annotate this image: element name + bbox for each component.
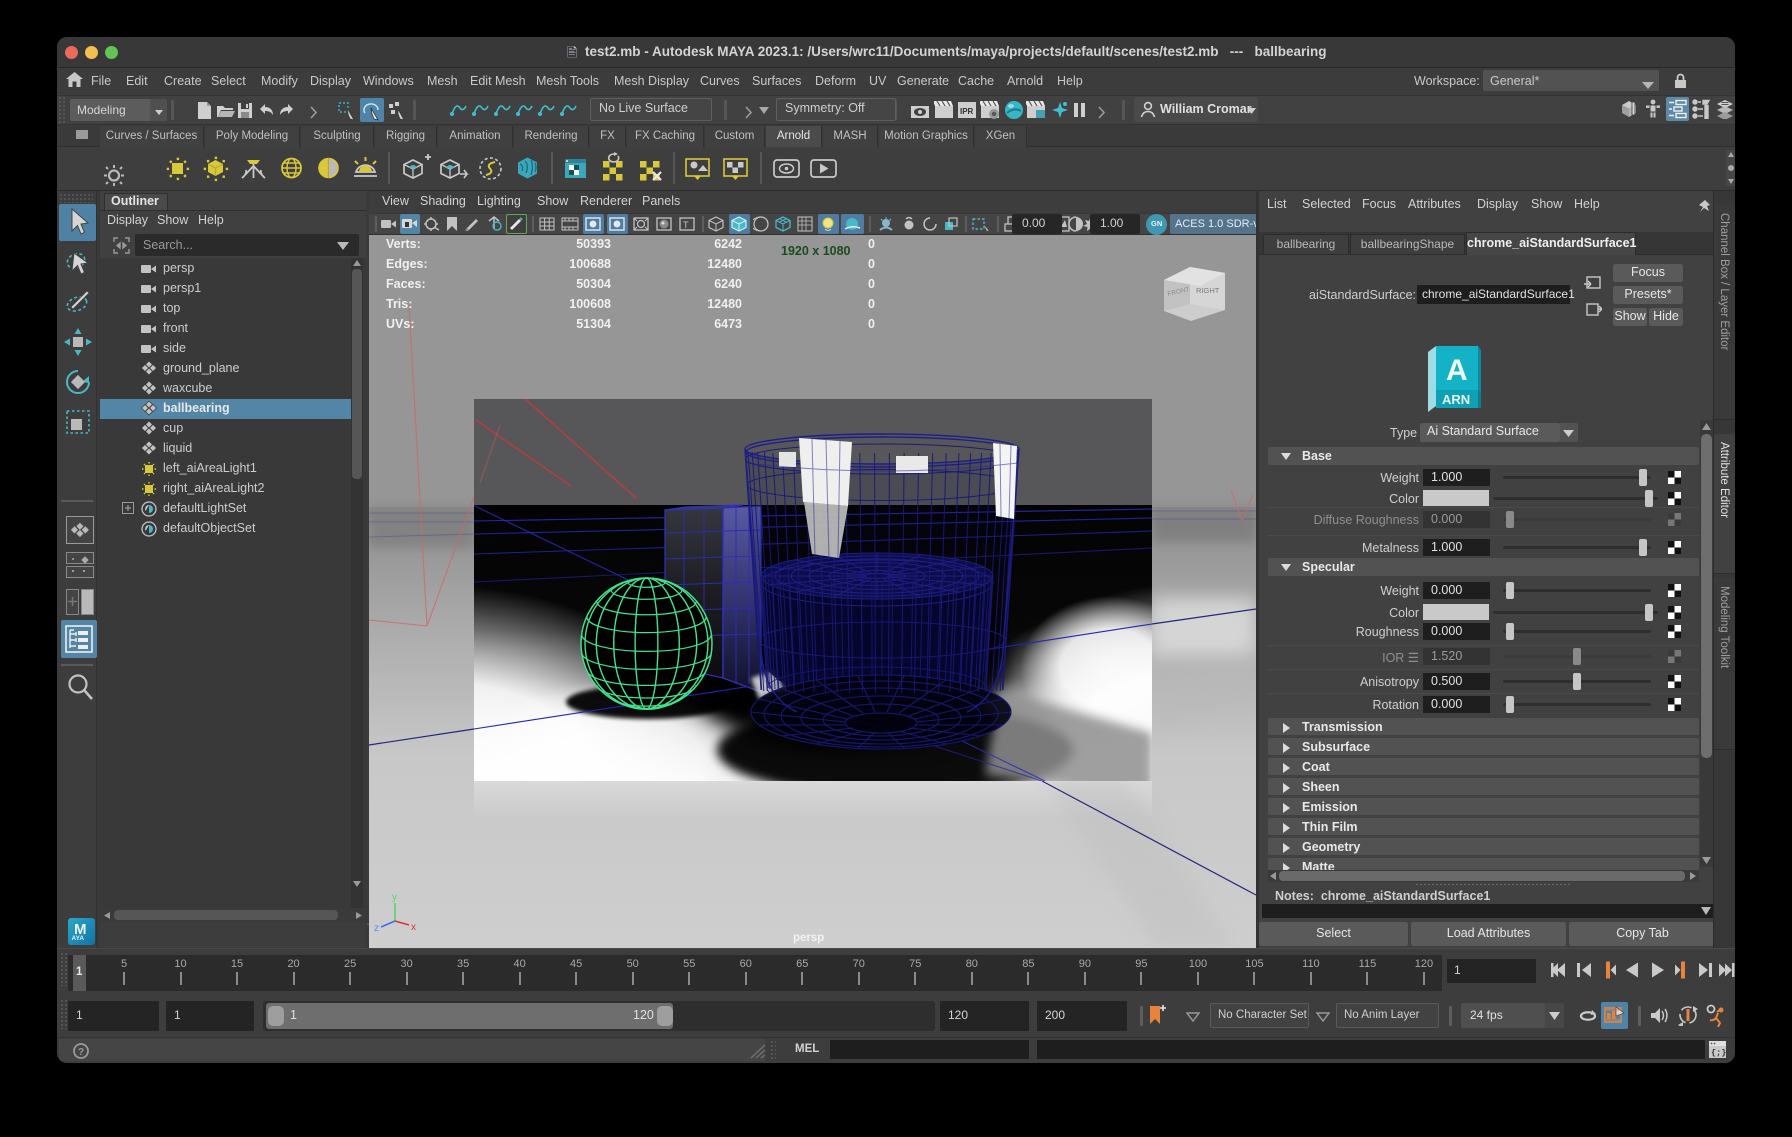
svg-text:T: T xyxy=(683,220,689,230)
svg-text:z: z xyxy=(374,923,379,934)
svg-text:ARN: ARN xyxy=(1442,392,1470,407)
svg-text:A: A xyxy=(1446,354,1468,387)
svg-text:IPR: IPR xyxy=(960,107,974,116)
svg-text:x: x xyxy=(411,922,416,933)
svg-text:{;}: {;} xyxy=(1711,1048,1726,1058)
svg-text:y: y xyxy=(392,892,397,903)
svg-text:persp: persp xyxy=(793,932,824,944)
svg-text:?: ? xyxy=(78,1047,84,1058)
svg-text:RIGHT: RIGHT xyxy=(1196,286,1220,295)
